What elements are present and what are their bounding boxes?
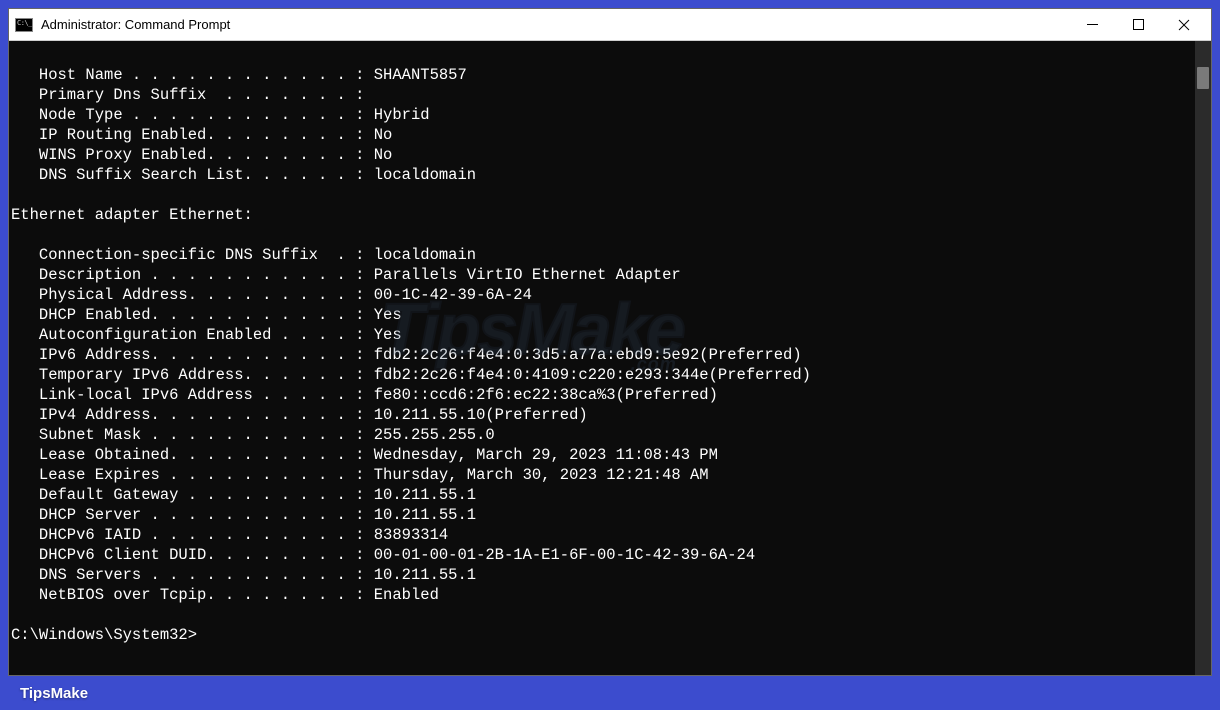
close-icon [1178, 19, 1190, 31]
minimize-icon [1087, 19, 1098, 30]
maximize-button[interactable] [1115, 10, 1161, 40]
minimize-button[interactable] [1069, 10, 1115, 40]
vertical-scrollbar[interactable] [1195, 41, 1211, 675]
window-frame: Administrator: Command Prompt Host Name … [8, 8, 1212, 676]
console-output[interactable]: Host Name . . . . . . . . . . . . : SHAA… [9, 41, 1195, 675]
maximize-icon [1133, 19, 1144, 30]
window-title: Administrator: Command Prompt [41, 17, 1069, 32]
close-button[interactable] [1161, 10, 1207, 40]
titlebar[interactable]: Administrator: Command Prompt [9, 9, 1211, 41]
image-caption: TipsMake [20, 685, 88, 702]
cmd-icon [15, 18, 33, 32]
scroll-thumb[interactable] [1197, 67, 1209, 89]
window-controls [1069, 9, 1207, 40]
console-area: Host Name . . . . . . . . . . . . : SHAA… [9, 41, 1211, 675]
